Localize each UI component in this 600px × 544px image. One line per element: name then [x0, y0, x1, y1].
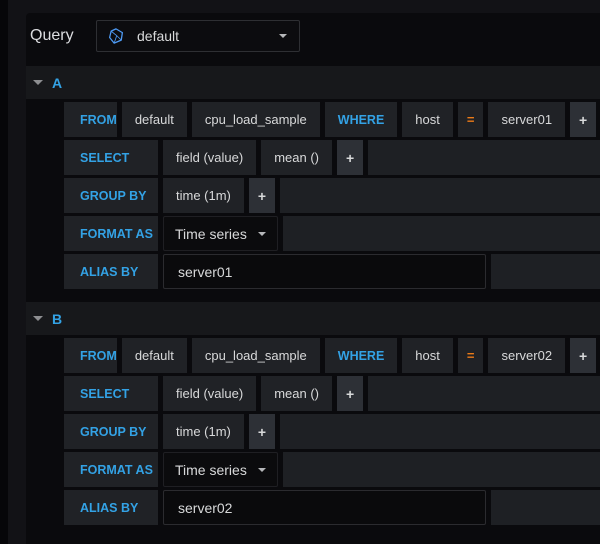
- add-group-by-button[interactable]: +: [249, 178, 275, 213]
- format-as-label: FORMAT AS: [64, 216, 158, 251]
- group-by-label: GROUP BY: [64, 178, 158, 213]
- aggregation-segment[interactable]: mean (): [261, 140, 332, 175]
- from-label: FROM: [64, 102, 117, 137]
- field-segment[interactable]: field (value): [163, 140, 256, 175]
- query-b-rows: FROM default cpu_load_sample WHERE host …: [64, 338, 600, 525]
- collapse-caret-icon: [33, 316, 43, 321]
- datasource-dropdown[interactable]: default: [96, 20, 300, 52]
- row-filler: [280, 178, 600, 213]
- chevron-down-icon: [279, 34, 287, 38]
- row-filler: [491, 254, 600, 289]
- query-letter: B: [52, 311, 62, 327]
- database-segment[interactable]: default: [122, 338, 187, 373]
- add-select-button[interactable]: +: [337, 376, 363, 411]
- alias-input[interactable]: [163, 490, 486, 525]
- alias-by-row: ALIAS BY: [64, 490, 600, 525]
- select-label: SELECT: [64, 376, 158, 411]
- query-title: Query: [30, 27, 96, 45]
- group-by-row: GROUP BY time (1m) +: [64, 178, 600, 213]
- collapse-caret-icon: [33, 80, 43, 85]
- alias-by-label: ALIAS BY: [64, 254, 158, 289]
- from-label: FROM: [64, 338, 117, 373]
- alias-by-row: ALIAS BY: [64, 254, 600, 289]
- row-filler: [280, 414, 600, 449]
- group-by-label: GROUP BY: [64, 414, 158, 449]
- tag-key-segment[interactable]: host: [402, 102, 453, 137]
- from-row: FROM default cpu_load_sample WHERE host …: [64, 102, 600, 137]
- row-filler: [491, 490, 600, 525]
- field-segment[interactable]: field (value): [163, 376, 256, 411]
- query-letter: A: [52, 75, 62, 91]
- add-select-button[interactable]: +: [337, 140, 363, 175]
- add-group-by-button[interactable]: +: [249, 414, 275, 449]
- format-as-label: FORMAT AS: [64, 452, 158, 487]
- add-condition-button[interactable]: +: [570, 102, 596, 137]
- operator-segment[interactable]: =: [458, 102, 484, 137]
- format-as-value: Time series: [175, 462, 258, 478]
- query-a-rows: FROM default cpu_load_sample WHERE host …: [64, 102, 600, 289]
- alias-input[interactable]: [163, 254, 486, 289]
- alias-by-label: ALIAS BY: [64, 490, 158, 525]
- query-section-a: A FROM default cpu_load_sample WHERE hos…: [26, 66, 600, 289]
- select-row: SELECT field (value) mean () +: [64, 140, 600, 175]
- where-label: WHERE: [325, 102, 398, 137]
- tag-value-segment[interactable]: server01: [488, 102, 565, 137]
- where-label: WHERE: [325, 338, 398, 373]
- measurement-segment[interactable]: cpu_load_sample: [192, 102, 320, 137]
- tag-key-segment[interactable]: host: [402, 338, 453, 373]
- measurement-segment[interactable]: cpu_load_sample: [192, 338, 320, 373]
- query-a-collapse-header[interactable]: A: [26, 66, 600, 99]
- row-filler: [368, 140, 600, 175]
- chevron-down-icon: [258, 232, 266, 236]
- from-row: FROM default cpu_load_sample WHERE host …: [64, 338, 600, 373]
- aggregation-segment[interactable]: mean (): [261, 376, 332, 411]
- add-condition-button[interactable]: +: [570, 338, 596, 373]
- chevron-down-icon: [258, 468, 266, 472]
- page-left-edge: [0, 0, 8, 544]
- query-section-b: B FROM default cpu_load_sample WHERE hos…: [26, 302, 600, 525]
- tag-value-segment[interactable]: server02: [488, 338, 565, 373]
- format-as-select[interactable]: Time series: [163, 216, 278, 251]
- query-b-collapse-header[interactable]: B: [26, 302, 600, 335]
- row-filler: [368, 376, 600, 411]
- database-icon: [107, 27, 125, 45]
- database-segment[interactable]: default: [122, 102, 187, 137]
- query-editor-card: Query default A FROM default cpu_load_sa…: [26, 13, 600, 544]
- row-filler: [283, 452, 600, 487]
- interval-segment[interactable]: time (1m): [163, 178, 244, 213]
- row-filler: [283, 216, 600, 251]
- interval-segment[interactable]: time (1m): [163, 414, 244, 449]
- format-as-row: FORMAT AS Time series: [64, 452, 600, 487]
- group-by-row: GROUP BY time (1m) +: [64, 414, 600, 449]
- operator-segment[interactable]: =: [458, 338, 484, 373]
- query-bar: Query default: [30, 20, 600, 52]
- format-as-select[interactable]: Time series: [163, 452, 278, 487]
- format-as-row: FORMAT AS Time series: [64, 216, 600, 251]
- select-row: SELECT field (value) mean () +: [64, 376, 600, 411]
- datasource-value: default: [137, 28, 279, 44]
- format-as-value: Time series: [175, 226, 258, 242]
- select-label: SELECT: [64, 140, 158, 175]
